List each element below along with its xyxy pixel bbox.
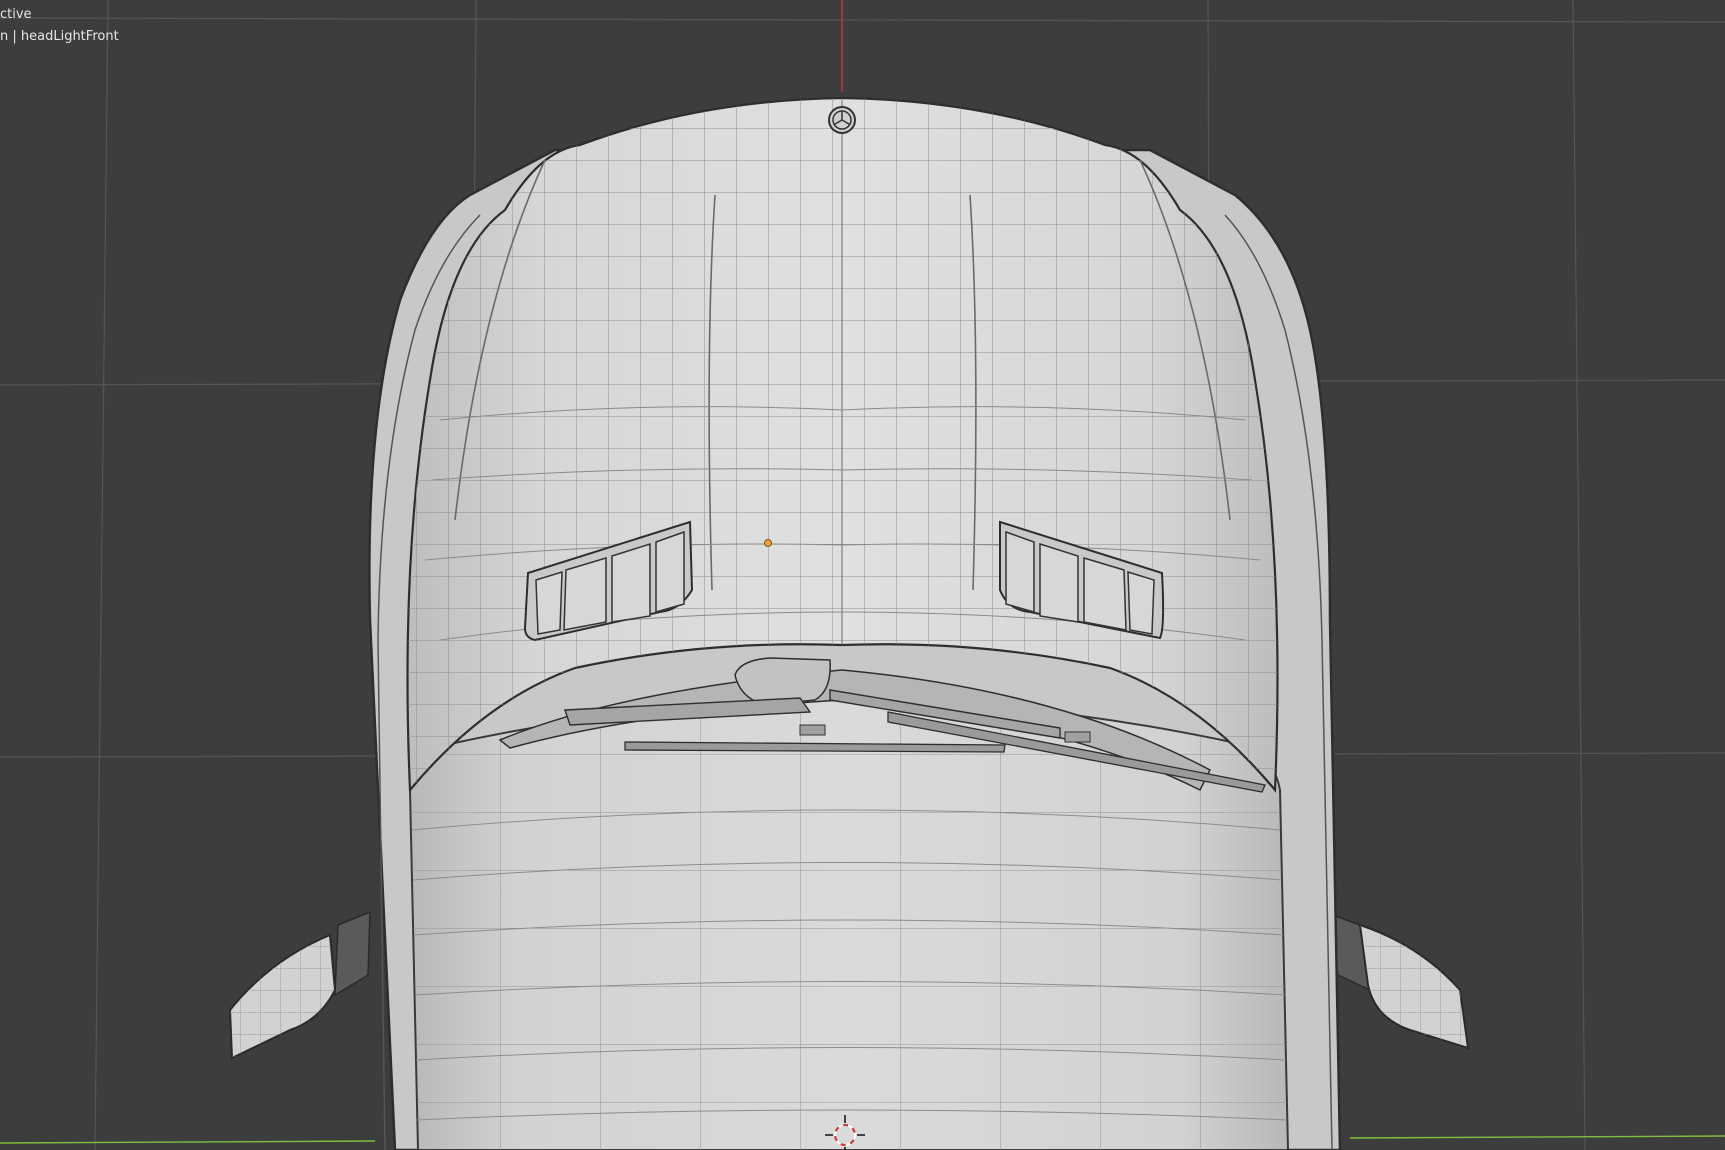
viewport-scene[interactable] (0, 0, 1725, 1150)
brand-emblem-icon (828, 106, 856, 134)
origin-point-icon[interactable] (764, 539, 772, 547)
active-object-label: n | headLightFront (0, 29, 119, 44)
left-side-mirror[interactable] (228, 910, 371, 1060)
x-axis-line-left (0, 1140, 376, 1144)
right-side-mirror[interactable] (1323, 910, 1470, 1050)
3d-viewport[interactable]: ctive n | headLightFront (0, 0, 1725, 1150)
x-axis-line-right (1349, 1135, 1725, 1139)
view-mode-label: ctive (0, 7, 32, 22)
